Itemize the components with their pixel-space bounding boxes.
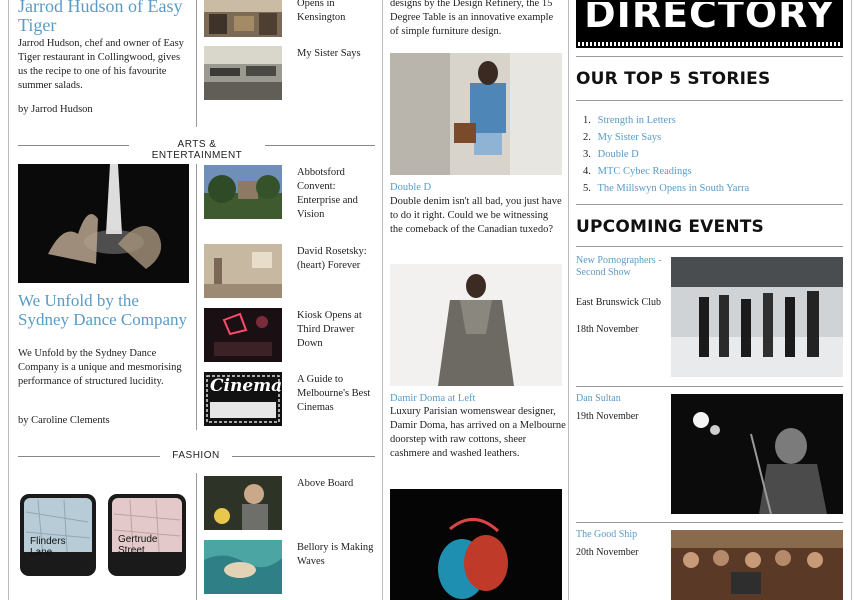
- column-border: [382, 0, 383, 600]
- event-image-dan-sultan[interactable]: [671, 394, 843, 514]
- event-image-new-pornographers[interactable]: [671, 257, 843, 377]
- arts-lead-byline: by Caroline Clements: [18, 415, 110, 426]
- top5-number: 5.: [583, 183, 591, 194]
- top5-item[interactable]: 1. Strength in Letters: [583, 112, 838, 129]
- arts-lead-title[interactable]: We Unfold by the Sydney Dance Company: [18, 291, 193, 329]
- side-story-above-board[interactable]: Above Board: [297, 477, 377, 491]
- section-rule: [576, 204, 843, 205]
- event-title[interactable]: New Pornographers - Second Show: [576, 255, 666, 279]
- top5-link[interactable]: My Sister Says: [598, 132, 662, 143]
- top5-item[interactable]: 3. Double D: [583, 146, 838, 163]
- top5-number: 3.: [583, 149, 591, 160]
- double-d-title[interactable]: Double D: [390, 181, 431, 195]
- my-sister-says-thumbnail[interactable]: [204, 46, 282, 100]
- top5-link[interactable]: Double D: [598, 149, 639, 160]
- section-rule: [576, 100, 843, 101]
- event-date: 19th November: [576, 411, 639, 422]
- section-rule: [576, 386, 843, 387]
- column-divider: [196, 164, 197, 430]
- section-label-arts[interactable]: ARTS & ENTERTAINMENT: [129, 139, 265, 161]
- side-story-cinemas[interactable]: A Guide to Melbourne's Best Cinemas: [297, 373, 377, 415]
- directory-banner[interactable]: DIRECTORY: [576, 0, 843, 48]
- event-date: 18th November: [576, 324, 639, 335]
- section-label-fashion[interactable]: FASHION: [160, 450, 232, 461]
- we-unfold-lead-image[interactable]: [18, 164, 189, 283]
- top5-number: 2.: [583, 132, 591, 143]
- bellory-thumbnail[interactable]: [204, 540, 282, 594]
- side-story-opens-kensington[interactable]: Opens in Kensington: [297, 0, 377, 25]
- top5-item[interactable]: 4. MTC Cybec Readings: [583, 163, 838, 180]
- column-border: [851, 0, 852, 600]
- top5-heading: OUR TOP 5 STORIES: [576, 69, 771, 89]
- column-border: [8, 0, 9, 600]
- side-story-bellory[interactable]: Bellory is Making Waves: [297, 541, 377, 569]
- event-title[interactable]: The Good Ship: [576, 528, 637, 542]
- flinders-lane-map[interactable]: Flinders Lane: [18, 492, 98, 578]
- double-d-image[interactable]: [390, 53, 562, 175]
- event-image-the-good-ship[interactable]: [671, 530, 843, 600]
- top5-link[interactable]: Strength in Letters: [598, 115, 676, 126]
- top5-item[interactable]: 2. My Sister Says: [583, 129, 838, 146]
- intro-summary: designs by the Design Refinery, the 15 D…: [390, 0, 554, 37]
- side-story-my-sister-says[interactable]: My Sister Says: [297, 47, 377, 61]
- double-d-summary: Double denim isn't all bad, you just hav…: [390, 196, 562, 235]
- column-divider: [196, 0, 197, 127]
- damir-doma-summary: Luxury Parisian womenswear designer, Dam…: [390, 406, 566, 459]
- cinema-sign-text: Cinema: [210, 376, 282, 396]
- gertrude-street-map[interactable]: Gertrude Street: [106, 492, 188, 578]
- above-board-thumbnail[interactable]: [204, 476, 282, 530]
- lead-story-summary: Jarrod Hudson, chef and owner of Easy Ti…: [18, 38, 184, 91]
- damir-doma-title[interactable]: Damir Doma at Left: [390, 392, 475, 406]
- cinema-guide-thumbnail[interactable]: Cinema: [204, 372, 282, 426]
- arts-lead-summary: We Unfold by the Sydney Dance Company is…: [18, 348, 182, 387]
- top5-item[interactable]: 5. The Millswyn Opens in South Yarra: [583, 180, 838, 197]
- section-rule: [576, 246, 843, 247]
- gertrude-street-label: Gertrude Street: [118, 534, 158, 556]
- portrait-bottom-image[interactable]: [390, 489, 562, 600]
- top5-number: 4.: [583, 166, 591, 177]
- top5-number: 1.: [583, 115, 591, 126]
- kiosk-thumbnail[interactable]: [204, 308, 282, 362]
- side-story-david-rosetsky[interactable]: David Rosetsky: (heart) Forever: [297, 245, 377, 273]
- david-rosetsky-thumbnail[interactable]: [204, 244, 282, 298]
- events-heading: UPCOMING EVENTS: [576, 217, 764, 237]
- section-rule: [576, 56, 843, 57]
- directory-banner-text: DIRECTORY: [584, 0, 835, 36]
- abbotsford-convent-thumbnail[interactable]: [204, 165, 282, 219]
- top5-link[interactable]: MTC Cybec Readings: [598, 166, 692, 177]
- event-date: 20th November: [576, 547, 639, 558]
- event-venue: East Brunswick Club: [576, 297, 661, 308]
- event-title[interactable]: Dan Sultan: [576, 392, 621, 406]
- top5-link[interactable]: The Millswyn Opens in South Yarra: [597, 183, 749, 194]
- banner-stripe: [578, 42, 841, 46]
- opens-kensington-thumbnail[interactable]: [204, 0, 282, 37]
- side-story-kiosk[interactable]: Kiosk Opens at Third Drawer Down: [297, 309, 377, 351]
- section-rule: [576, 522, 843, 523]
- column-divider: [196, 473, 197, 600]
- lead-story-byline: by Jarrod Hudson: [18, 104, 93, 115]
- top5-list: 1. Strength in Letters 2. My Sister Says…: [583, 112, 838, 197]
- side-story-abbotsford[interactable]: Abbotsford Convent: Enterprise and Visio…: [297, 166, 377, 222]
- flinders-lane-label: Flinders Lane: [30, 536, 66, 558]
- lead-story-title[interactable]: Jarrod Hudson of Easy Tiger: [18, 0, 198, 35]
- column-border: [568, 0, 569, 600]
- damir-doma-image[interactable]: [390, 264, 562, 386]
